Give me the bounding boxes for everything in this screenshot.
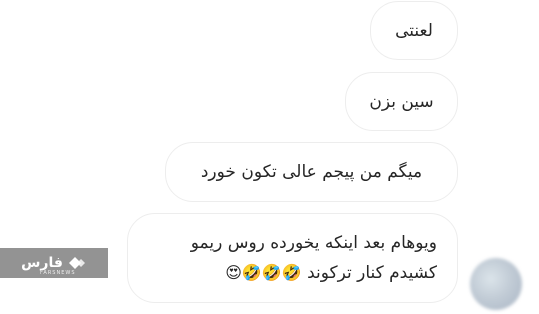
message-line: کشیدم کنار ترکوند 🤣🤣🤣😍 bbox=[191, 258, 437, 288]
message-bubble[interactable]: سین بزن bbox=[345, 72, 458, 131]
message-text: سین بزن bbox=[369, 91, 434, 112]
message-text: میگم من پیجم عالی تکون خورد bbox=[200, 162, 423, 182]
farsnews-logo-icon bbox=[68, 257, 85, 269]
message-line: ویوهام بعد اینکه یخورده روس ریمو bbox=[190, 233, 437, 253]
emoji-reaction: 🤣🤣🤣😍 bbox=[225, 263, 302, 282]
avatar[interactable] bbox=[470, 258, 522, 310]
message-bubble[interactable]: لعنتی bbox=[370, 1, 458, 60]
message-line-text: کشیدم کنار ترکوند bbox=[307, 263, 437, 283]
watermark-subtext: FARSNEWS bbox=[40, 270, 76, 276]
message-bubble[interactable]: میگم من پیجم عالی تکون خورد bbox=[165, 142, 458, 202]
message-text: لعنتی bbox=[395, 20, 433, 41]
farsnews-watermark: فارس FARSNEWS bbox=[0, 248, 108, 278]
message-text: ویوهام بعد اینکه یخورده روس ریمو کشیدم ک… bbox=[191, 228, 437, 288]
message-bubble[interactable]: ویوهام بعد اینکه یخورده روس ریمو کشیدم ک… bbox=[127, 213, 458, 303]
watermark-text: فارس bbox=[21, 255, 63, 271]
